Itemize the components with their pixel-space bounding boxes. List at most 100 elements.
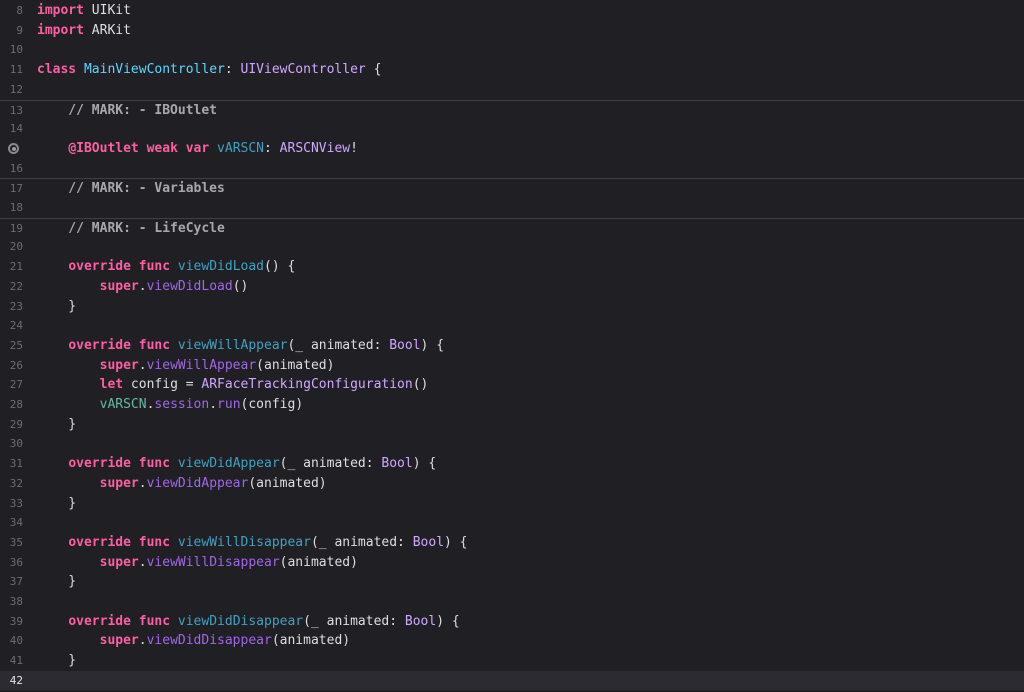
code-line[interactable]: 37 } [0, 572, 1024, 592]
code-text[interactable]: // MARK: - Variables [37, 179, 225, 199]
code-line[interactable]: 14 [0, 119, 1024, 139]
code-text[interactable]: override func viewDidLoad() { [37, 257, 295, 277]
line-number[interactable]: 24 [0, 316, 23, 336]
code-text[interactable]: override func viewWillDisappear(_ animat… [37, 533, 467, 553]
code-token: func [138, 534, 171, 550]
code-text[interactable]: import ARKit [37, 21, 131, 41]
code-text[interactable]: } [37, 572, 76, 592]
code-line[interactable]: 23 } [0, 297, 1024, 317]
line-number[interactable]: 38 [0, 592, 23, 612]
code-line[interactable]: 26 super.viewWillAppear(animated) [0, 356, 1024, 376]
code-editor[interactable]: 8 import UIKit 9 import ARKit 10 11 class Main… [0, 0, 1024, 692]
code-line[interactable]: 24 [0, 316, 1024, 336]
line-number[interactable]: 26 [0, 356, 23, 376]
line-number[interactable]: 34 [0, 513, 23, 533]
line-number[interactable]: 37 [0, 572, 23, 592]
line-number[interactable]: 25 [0, 336, 23, 356]
line-number[interactable]: 11 [0, 60, 23, 80]
line-number[interactable]: 18 [0, 198, 23, 218]
line-number[interactable]: 32 [0, 474, 23, 494]
code-text[interactable]: } [37, 494, 76, 514]
code-text[interactable]: } [37, 415, 76, 435]
line-number[interactable]: 31 [0, 454, 23, 474]
code-text[interactable]: // MARK: - LifeCycle [37, 219, 225, 239]
code-line[interactable]: 33 } [0, 494, 1024, 514]
line-number[interactable]: 42 [0, 671, 23, 691]
line-number[interactable]: 13 [0, 101, 23, 121]
line-number[interactable]: 17 [0, 179, 23, 199]
code-line[interactable]: 40 super.viewDidDisappear(animated) [0, 631, 1024, 651]
code-line[interactable]: 19 // MARK: - LifeCycle [0, 217, 1024, 239]
code-line[interactable]: 20 [0, 237, 1024, 257]
line-number[interactable]: 10 [0, 40, 23, 60]
code-line[interactable]: 42 [0, 670, 1024, 691]
line-number[interactable]: 23 [0, 297, 23, 317]
code-text[interactable]: super.viewWillDisappear(animated) [37, 553, 358, 573]
code-token: { [365, 62, 382, 78]
code-line[interactable]: 36 super.viewWillDisappear(animated) [0, 553, 1024, 573]
code-text[interactable]: super.viewDidLoad() [37, 277, 249, 297]
code-token: () [412, 377, 429, 393]
code-line[interactable]: 21 override func viewDidLoad() { [0, 257, 1024, 277]
code-line[interactable]: 29 } [0, 415, 1024, 435]
code-text[interactable]: let config = ARFaceTrackingConfiguration… [37, 375, 429, 395]
code-text[interactable]: override func viewDidDisappear(_ animate… [37, 612, 459, 632]
line-number[interactable]: 30 [0, 434, 23, 454]
line-number[interactable]: 20 [0, 237, 23, 257]
code-line[interactable]: 10 [0, 40, 1024, 60]
code-line[interactable]: 12 [0, 80, 1024, 100]
code-text[interactable]: override func viewDidAppear(_ animated: … [37, 454, 436, 474]
code-line[interactable]: 28 vARSCN.session.run(config) [0, 395, 1024, 415]
line-number[interactable]: 29 [0, 415, 23, 435]
line-number[interactable]: 28 [0, 395, 23, 415]
code-text[interactable]: super.viewDidDisappear(animated) [37, 631, 350, 651]
code-line[interactable]: 31 override func viewDidAppear(_ animate… [0, 454, 1024, 474]
line-number[interactable]: 33 [0, 494, 23, 514]
line-number[interactable]: 36 [0, 553, 23, 573]
code-token: override [68, 259, 131, 275]
code-text[interactable]: } [37, 651, 76, 671]
line-number[interactable]: 9 [0, 21, 23, 41]
line-number[interactable]: 41 [0, 651, 23, 671]
code-line[interactable]: 35 override func viewWillDisappear(_ ani… [0, 533, 1024, 553]
code-text[interactable]: super.viewDidAppear(animated) [37, 474, 327, 494]
code-line[interactable]: 25 override func viewWillAppear(_ animat… [0, 336, 1024, 356]
line-number[interactable]: 21 [0, 257, 23, 277]
code-text[interactable]: class MainViewController: UIViewControll… [37, 60, 381, 80]
code-line[interactable]: 17 // MARK: - Variables [0, 178, 1024, 198]
line-number[interactable]: 22 [0, 277, 23, 297]
code-line[interactable]: 18 [0, 198, 1024, 218]
code-line[interactable]: 13 // MARK: - IBOutlet [0, 99, 1024, 121]
line-number[interactable]: 16 [0, 159, 23, 179]
line-number[interactable]: 19 [0, 219, 23, 239]
code-line[interactable]: 22 super.viewDidLoad() [0, 277, 1024, 297]
code-token: viewDidLoad [177, 259, 264, 275]
code-token: // MARK: - IBOutlet [37, 102, 218, 118]
code-line[interactable]: 39 override func viewDidDisappear(_ anim… [0, 612, 1024, 632]
code-line[interactable]: 34 [0, 513, 1024, 533]
code-line[interactable]: 41 } [0, 651, 1024, 671]
code-line[interactable]: 38 [0, 592, 1024, 612]
code-line[interactable]: 16 [0, 159, 1024, 179]
line-number[interactable]: 40 [0, 631, 23, 651]
code-text[interactable]: import UIKit [37, 1, 131, 21]
line-number[interactable]: 8 [0, 1, 23, 21]
code-text[interactable]: } [37, 297, 76, 317]
line-number[interactable]: 14 [0, 119, 23, 139]
line-number[interactable]: 39 [0, 612, 23, 632]
code-line[interactable]: 8 import UIKit [0, 1, 1024, 21]
code-text[interactable]: // MARK: - IBOutlet [37, 101, 217, 121]
code-text[interactable]: override func viewWillAppear(_ animated:… [37, 336, 444, 356]
code-text[interactable]: super.viewWillAppear(animated) [37, 356, 335, 376]
code-line[interactable]: 32 super.viewDidAppear(animated) [0, 474, 1024, 494]
line-number[interactable]: 12 [0, 80, 23, 100]
code-text[interactable]: vARSCN.session.run(config) [37, 395, 304, 415]
line-number[interactable]: 35 [0, 533, 23, 553]
code-line[interactable]: 27 let config = ARFaceTrackingConfigurat… [0, 375, 1024, 395]
line-number[interactable]: 27 [0, 375, 23, 395]
code-line[interactable]: @IBOutlet weak var vARSCN: ARSCNView! [0, 139, 1024, 159]
code-text[interactable]: @IBOutlet weak var vARSCN: ARSCNView! [37, 139, 358, 159]
code-line[interactable]: 11 class MainViewController: UIViewContro… [0, 60, 1024, 80]
code-line[interactable]: 30 [0, 434, 1024, 454]
code-line[interactable]: 9 import ARKit [0, 21, 1024, 41]
